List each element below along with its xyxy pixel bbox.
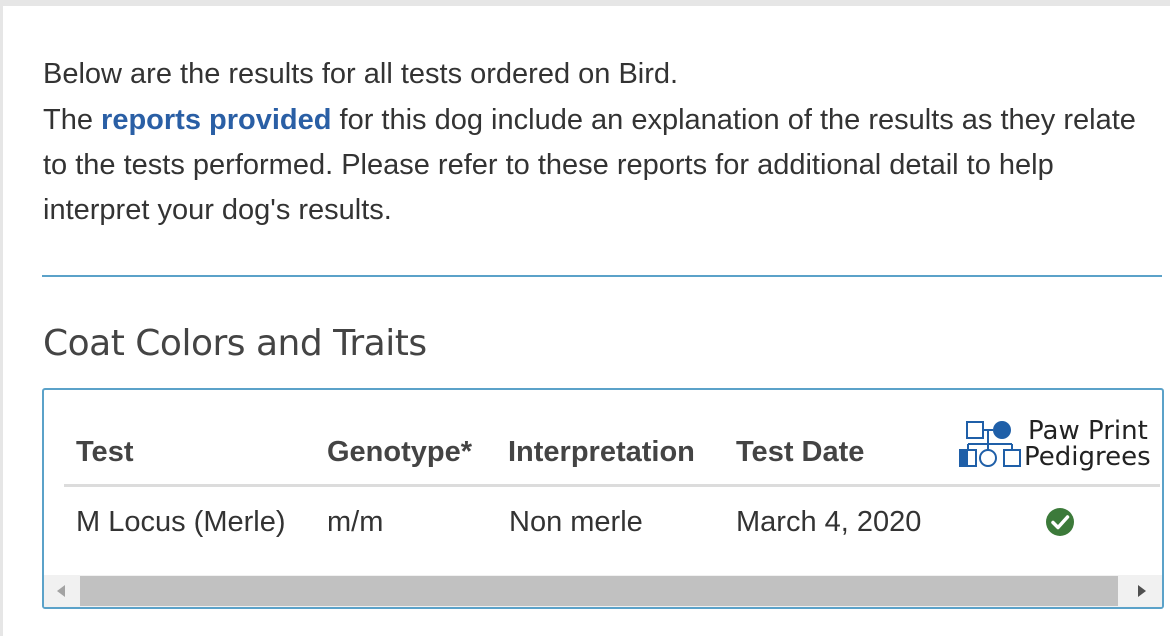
cell-genotype: m/m xyxy=(327,506,384,538)
top-edge xyxy=(0,0,1170,6)
header-interpretation: Interpretation xyxy=(508,436,695,468)
header-genotype: Genotype* xyxy=(327,436,473,468)
ppp-header-line-2: Pedigrees xyxy=(1024,442,1151,472)
reports-provided-link[interactable]: reports provided xyxy=(101,104,331,136)
check-circle-icon xyxy=(1046,508,1074,536)
header-test: Test xyxy=(76,436,134,468)
intro-line-1: Below are the results for all tests orde… xyxy=(43,58,679,90)
horizontal-scrollbar[interactable] xyxy=(44,575,1162,607)
intro-paragraph: The reports provided for this dog includ… xyxy=(43,98,1168,233)
section-title: Coat Colors and Traits xyxy=(43,323,427,364)
scroll-left-button[interactable] xyxy=(44,575,80,607)
intro-text: Below are the results for all tests orde… xyxy=(43,52,1168,233)
section-divider xyxy=(42,275,1162,277)
ppp-header-line-1: Paw Print xyxy=(1028,416,1148,446)
cell-test-date: March 4, 2020 xyxy=(736,506,922,538)
cell-interpretation: Non merle xyxy=(509,506,643,538)
scroll-thumb[interactable] xyxy=(80,576,1118,606)
ppp-header-text: Paw Print Pedigrees xyxy=(1024,416,1151,470)
triangle-left-icon xyxy=(57,585,65,597)
header-row-divider xyxy=(64,484,1160,487)
pedigree-chart-icon xyxy=(959,421,1021,467)
results-table: Test Genotype* Interpretation Test Date … xyxy=(42,388,1164,609)
left-edge xyxy=(0,0,3,636)
intro-text-before-link: The xyxy=(43,104,102,136)
cell-test: M Locus (Merle) xyxy=(76,506,286,538)
triangle-right-icon xyxy=(1138,585,1146,597)
header-test-date: Test Date xyxy=(736,436,865,468)
scroll-right-button[interactable] xyxy=(1122,575,1162,607)
header-paw-print-pedigrees: Paw Print Pedigrees xyxy=(956,416,1162,474)
